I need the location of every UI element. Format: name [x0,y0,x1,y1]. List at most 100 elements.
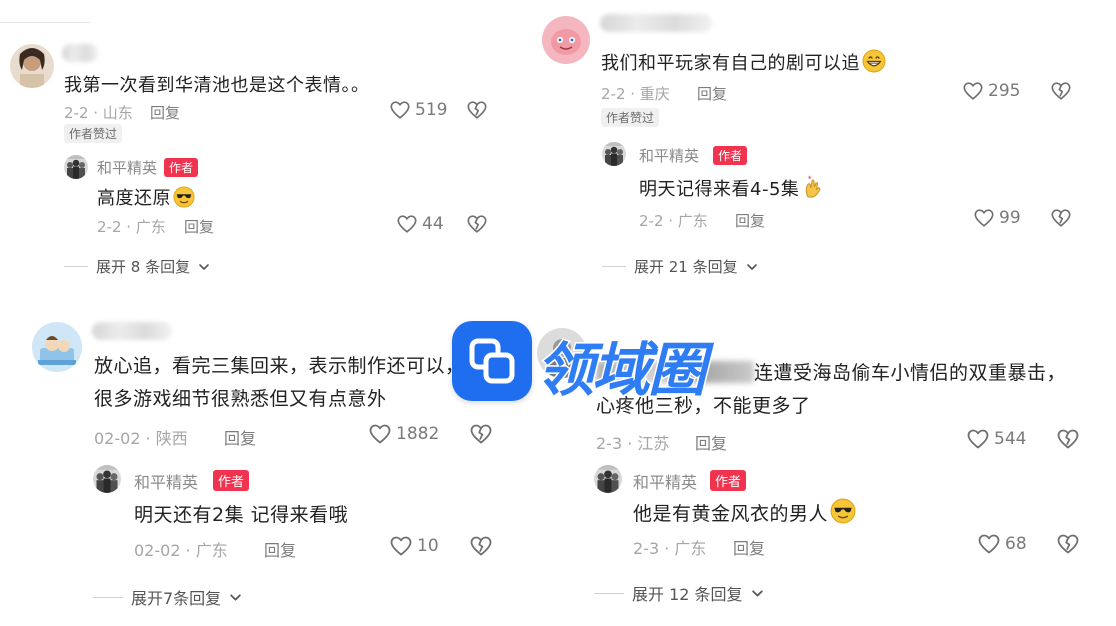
expand-label: 展开7条回复 [131,589,222,608]
author-avatar[interactable] [602,142,626,166]
author-avatar[interactable] [64,155,88,179]
author-avatar[interactable] [594,465,622,493]
dislike-button[interactable] [469,534,493,558]
reply-button[interactable]: 回复 [695,430,727,454]
dislike-button[interactable] [466,99,488,121]
author-badge: 作者 [710,470,747,491]
reply-text-content: 明天记得来看4-5集 [639,179,800,200]
heart-broken-icon [1050,80,1072,102]
author-badge: 作者 [713,146,748,165]
heart-icon [389,99,411,121]
hands-emoji [801,175,825,199]
dislike-button[interactable] [1050,80,1072,102]
expand-replies-button[interactable]: 展开 12 条回复 [594,581,764,605]
dislike-button[interactable] [466,213,488,235]
heart-icon [368,422,392,446]
expand-label: 展开 12 条回复 [632,585,743,604]
author-avatar[interactable] [93,465,121,493]
expand-replies-button[interactable]: 展开7条回复 [93,585,242,609]
expand-divider [594,592,624,594]
like-button[interactable]: 44 [396,213,444,235]
heart-broken-icon [466,213,488,235]
reply-button[interactable]: 回复 [184,216,214,237]
chevron-down-icon [198,261,210,273]
like-button[interactable]: 68 [977,532,1027,556]
expand-divider [602,266,626,267]
comment-text-content: 我们和平玩家有自己的剧可以追 [601,53,860,74]
author-liked-badge: 作者赞过 [64,124,123,143]
comment-date-location: 02-02 · 陕西 [94,429,188,448]
heart-icon [396,213,418,235]
chevron-down-icon [751,587,764,600]
commenter-name-blurred [62,44,98,62]
commenter-avatar[interactable] [32,322,82,372]
heart-icon [977,532,1001,556]
heart-icon [962,80,984,102]
commenter-name-blurred [92,322,172,340]
like-count: 295 [988,81,1021,101]
watermark-text: 领域圈 [534,335,707,406]
reply-text: 高度还原 [97,184,195,210]
top-divider [0,22,90,23]
sunglasses-emoji [830,498,856,524]
reply-text: 明天记得来看4-5集 [639,175,825,201]
comment-text: 我第一次看到华清池也是这个表情。。 [64,75,370,96]
like-count: 68 [1005,534,1027,554]
like-button[interactable]: 295 [962,80,1020,102]
comment-text: 放心追，看完三集回来，表示制作还可以，很多游戏细节很熟悉但又有点意外 [94,355,465,410]
commenter-avatar[interactable] [10,44,54,88]
author-liked-badge: 作者赞过 [601,108,660,127]
like-button[interactable]: 99 [973,207,1021,229]
sunglasses-emoji [173,186,195,208]
reply-button[interactable]: 回复 [150,102,180,123]
dislike-button[interactable] [1056,427,1080,451]
reply-date-location: 2-2 · 广东 [639,212,708,230]
chevron-down-icon [746,261,758,273]
reply-button[interactable]: 回复 [697,83,727,104]
reply-text: 他是有黄金风衣的男人 [633,498,856,526]
reply-button[interactable]: 回复 [264,537,296,561]
commenter-avatar[interactable] [542,16,590,64]
reply-date-location: 2-3 · 广东 [633,539,707,558]
like-count: 99 [999,208,1021,228]
dislike-button[interactable] [1056,532,1080,556]
comment-text: 我们和平玩家有自己的剧可以追 [601,49,886,75]
reply-text-content: 他是有黄金风衣的男人 [633,503,829,525]
reply-button[interactable]: 回复 [224,425,256,449]
reply-author-name[interactable]: 和平精英 [97,157,157,178]
comment-date-location: 2-2 · 山东 [64,104,133,122]
author-badge: 作者 [213,470,250,491]
reply-text: 明天还有2集 记得来看哦 [134,504,349,526]
expand-divider [93,596,123,598]
like-count: 44 [422,214,444,234]
heart-icon [389,534,413,558]
reply-button[interactable]: 回复 [733,535,765,559]
reply-author-name[interactable]: 和平精英 [134,469,198,493]
like-count: 10 [417,536,439,556]
like-button[interactable]: 1882 [368,422,439,446]
commenter-name-blurred [600,14,712,32]
like-button[interactable]: 544 [966,427,1026,451]
like-button[interactable]: 10 [389,534,439,558]
reply-author-name[interactable]: 和平精英 [633,469,697,493]
expand-replies-button[interactable]: 展开 8 条回复 [64,256,210,277]
comment-date-location: 2-2 · 重庆 [601,85,670,103]
heart-icon [973,207,995,229]
heart-broken-icon [466,99,488,121]
reply-date-location: 02-02 · 广东 [134,541,228,560]
reply-author-name[interactable]: 和平精英 [639,145,699,166]
like-count: 519 [415,100,448,120]
expand-divider [64,266,88,267]
dislike-button[interactable] [469,422,493,446]
reply-button[interactable]: 回复 [735,210,765,231]
heart-broken-icon [469,422,493,446]
watermark-logo-icon [452,321,532,401]
expand-replies-button[interactable]: 展开 21 条回复 [602,256,758,277]
grin-emoji [862,49,886,73]
expand-label: 展开 21 条回复 [634,258,738,276]
like-button[interactable]: 519 [389,99,447,121]
comment-date-location: 2-3 · 江苏 [596,434,670,453]
like-count: 1882 [396,424,440,444]
dislike-button[interactable] [1050,207,1072,229]
reply-text-content: 高度还原 [97,188,171,209]
